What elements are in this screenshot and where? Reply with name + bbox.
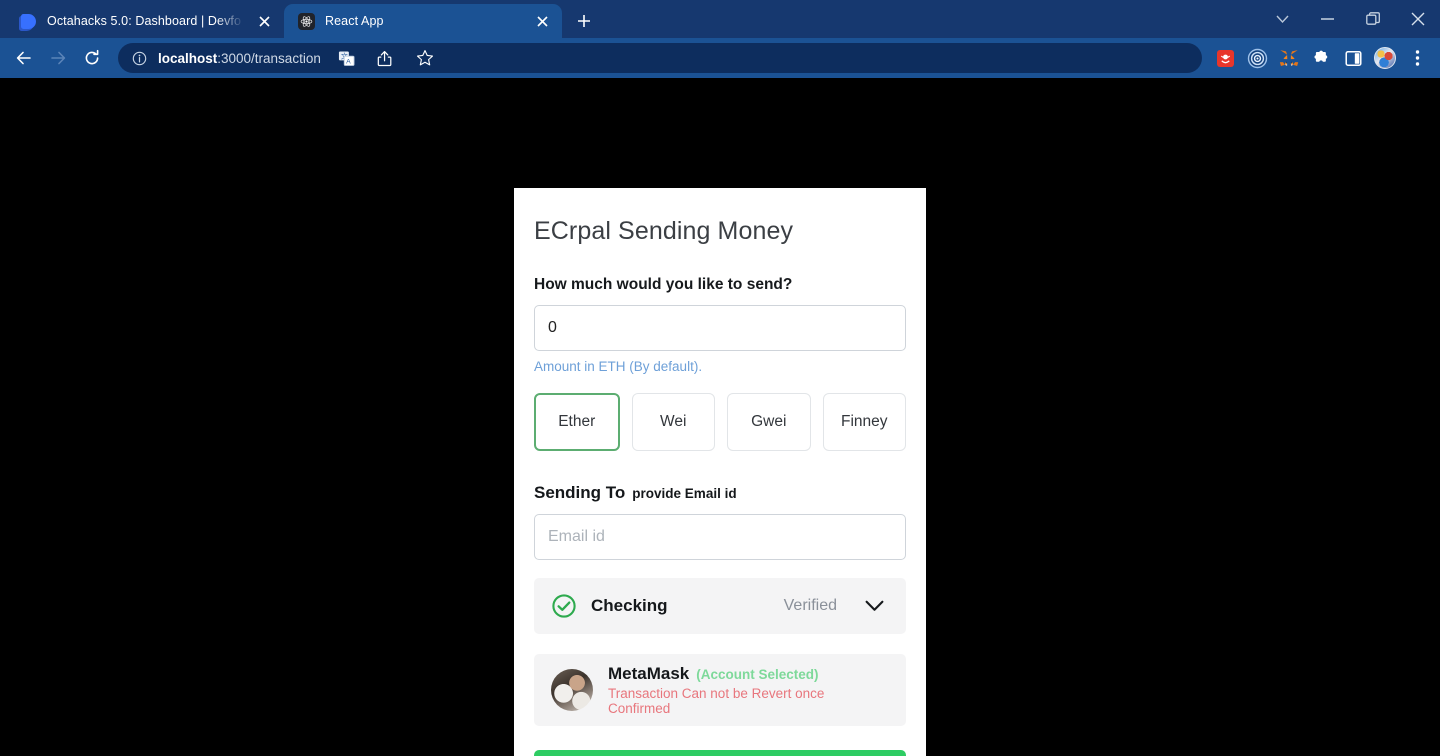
svg-text:A: A xyxy=(346,58,351,65)
browser-tab-octahacks[interactable]: Octahacks 5.0: Dashboard | Devfo xyxy=(6,4,284,38)
unit-button-gwei[interactable]: Gwei xyxy=(727,392,811,451)
close-window-button[interactable] xyxy=(1395,0,1440,38)
unit-selector: Ether Wei Gwei Finney xyxy=(534,392,906,451)
amount-helper-text: Amount in ETH (By default). xyxy=(534,358,703,374)
unit-button-wei[interactable]: Wei xyxy=(631,392,715,451)
translate-icon[interactable]: 文 A xyxy=(332,43,362,73)
recipient-label-strong: Sending To xyxy=(534,482,626,502)
tab-strip: Octahacks 5.0: Dashboard | Devfo React A… xyxy=(0,0,1440,38)
url-path: :3000/transaction xyxy=(217,50,321,66)
verification-status: Verified xyxy=(783,596,837,614)
page-viewport: ECrpal Sending Money How much would you … xyxy=(0,78,1440,756)
share-icon[interactable] xyxy=(371,43,401,73)
recipient-label: Sending To provide Email id xyxy=(534,483,906,503)
chevron-down-icon[interactable] xyxy=(865,600,884,612)
send-button[interactable]: Send 0 ether xyxy=(534,749,906,756)
amount-input[interactable] xyxy=(534,304,906,351)
metamask-fox-icon[interactable] xyxy=(1274,43,1304,73)
bookmark-star-icon[interactable] xyxy=(410,43,440,73)
new-tab-button[interactable] xyxy=(570,7,598,35)
back-button[interactable] xyxy=(8,42,40,74)
url-text: localhost:3000/transaction xyxy=(158,51,321,66)
extension-red-icon[interactable] xyxy=(1210,43,1240,73)
browser-window: Octahacks 5.0: Dashboard | Devfo React A… xyxy=(0,0,1440,756)
status-badge: (Account Selected) xyxy=(696,666,819,682)
window-controls xyxy=(1260,0,1440,38)
forward-button xyxy=(42,42,74,74)
recipient-label-hint: provide Email id xyxy=(632,485,737,501)
unit-button-ether[interactable]: Ether xyxy=(534,392,620,451)
browser-tab-react-app[interactable]: React App xyxy=(284,4,562,38)
profile-avatar-icon[interactable] xyxy=(1370,43,1400,73)
account-name: MetaMask xyxy=(608,663,690,683)
extensions-puzzle-icon[interactable] xyxy=(1306,43,1336,73)
page-title: ECrpal Sending Money xyxy=(534,217,794,245)
tab-search-button[interactable] xyxy=(1260,0,1305,38)
unit-button-finney[interactable]: Finney xyxy=(822,392,906,451)
check-circle-icon xyxy=(551,593,577,619)
target-ring-icon[interactable] xyxy=(1242,43,1272,73)
maximize-button[interactable] xyxy=(1350,0,1395,38)
side-panel-icon[interactable] xyxy=(1338,43,1368,73)
account-info: MetaMask (Account Selected) Transaction … xyxy=(608,664,889,716)
verification-label: Checking xyxy=(591,595,668,615)
minimize-button[interactable] xyxy=(1305,0,1350,38)
amount-label: How much would you like to send? xyxy=(534,275,793,293)
tab-close-button[interactable] xyxy=(254,11,274,31)
account-row[interactable]: MetaMask (Account Selected) Transaction … xyxy=(534,653,906,726)
account-warning: Transaction Can not be Revert once Confi… xyxy=(608,685,825,716)
devfolio-icon xyxy=(20,13,37,30)
browser-toolbar: localhost:3000/transaction 文 A xyxy=(0,38,1440,78)
toolbar-extension-icons xyxy=(1210,43,1432,73)
reload-button[interactable] xyxy=(76,42,108,74)
transaction-card: ECrpal Sending Money How much would you … xyxy=(514,188,926,756)
site-info-icon[interactable] xyxy=(132,51,147,66)
chrome-menu-icon[interactable] xyxy=(1402,43,1432,73)
email-input[interactable] xyxy=(534,513,906,560)
tab-title: React App xyxy=(325,14,384,28)
address-bar[interactable]: localhost:3000/transaction 文 A xyxy=(118,43,1202,73)
verification-row[interactable]: Checking Verified xyxy=(534,577,906,634)
avatar xyxy=(551,668,593,711)
tab-title: Octahacks 5.0: Dashboard | Devfo xyxy=(47,14,242,28)
url-host: localhost xyxy=(158,50,218,66)
tab-close-button[interactable] xyxy=(532,11,552,31)
react-icon xyxy=(298,12,315,30)
